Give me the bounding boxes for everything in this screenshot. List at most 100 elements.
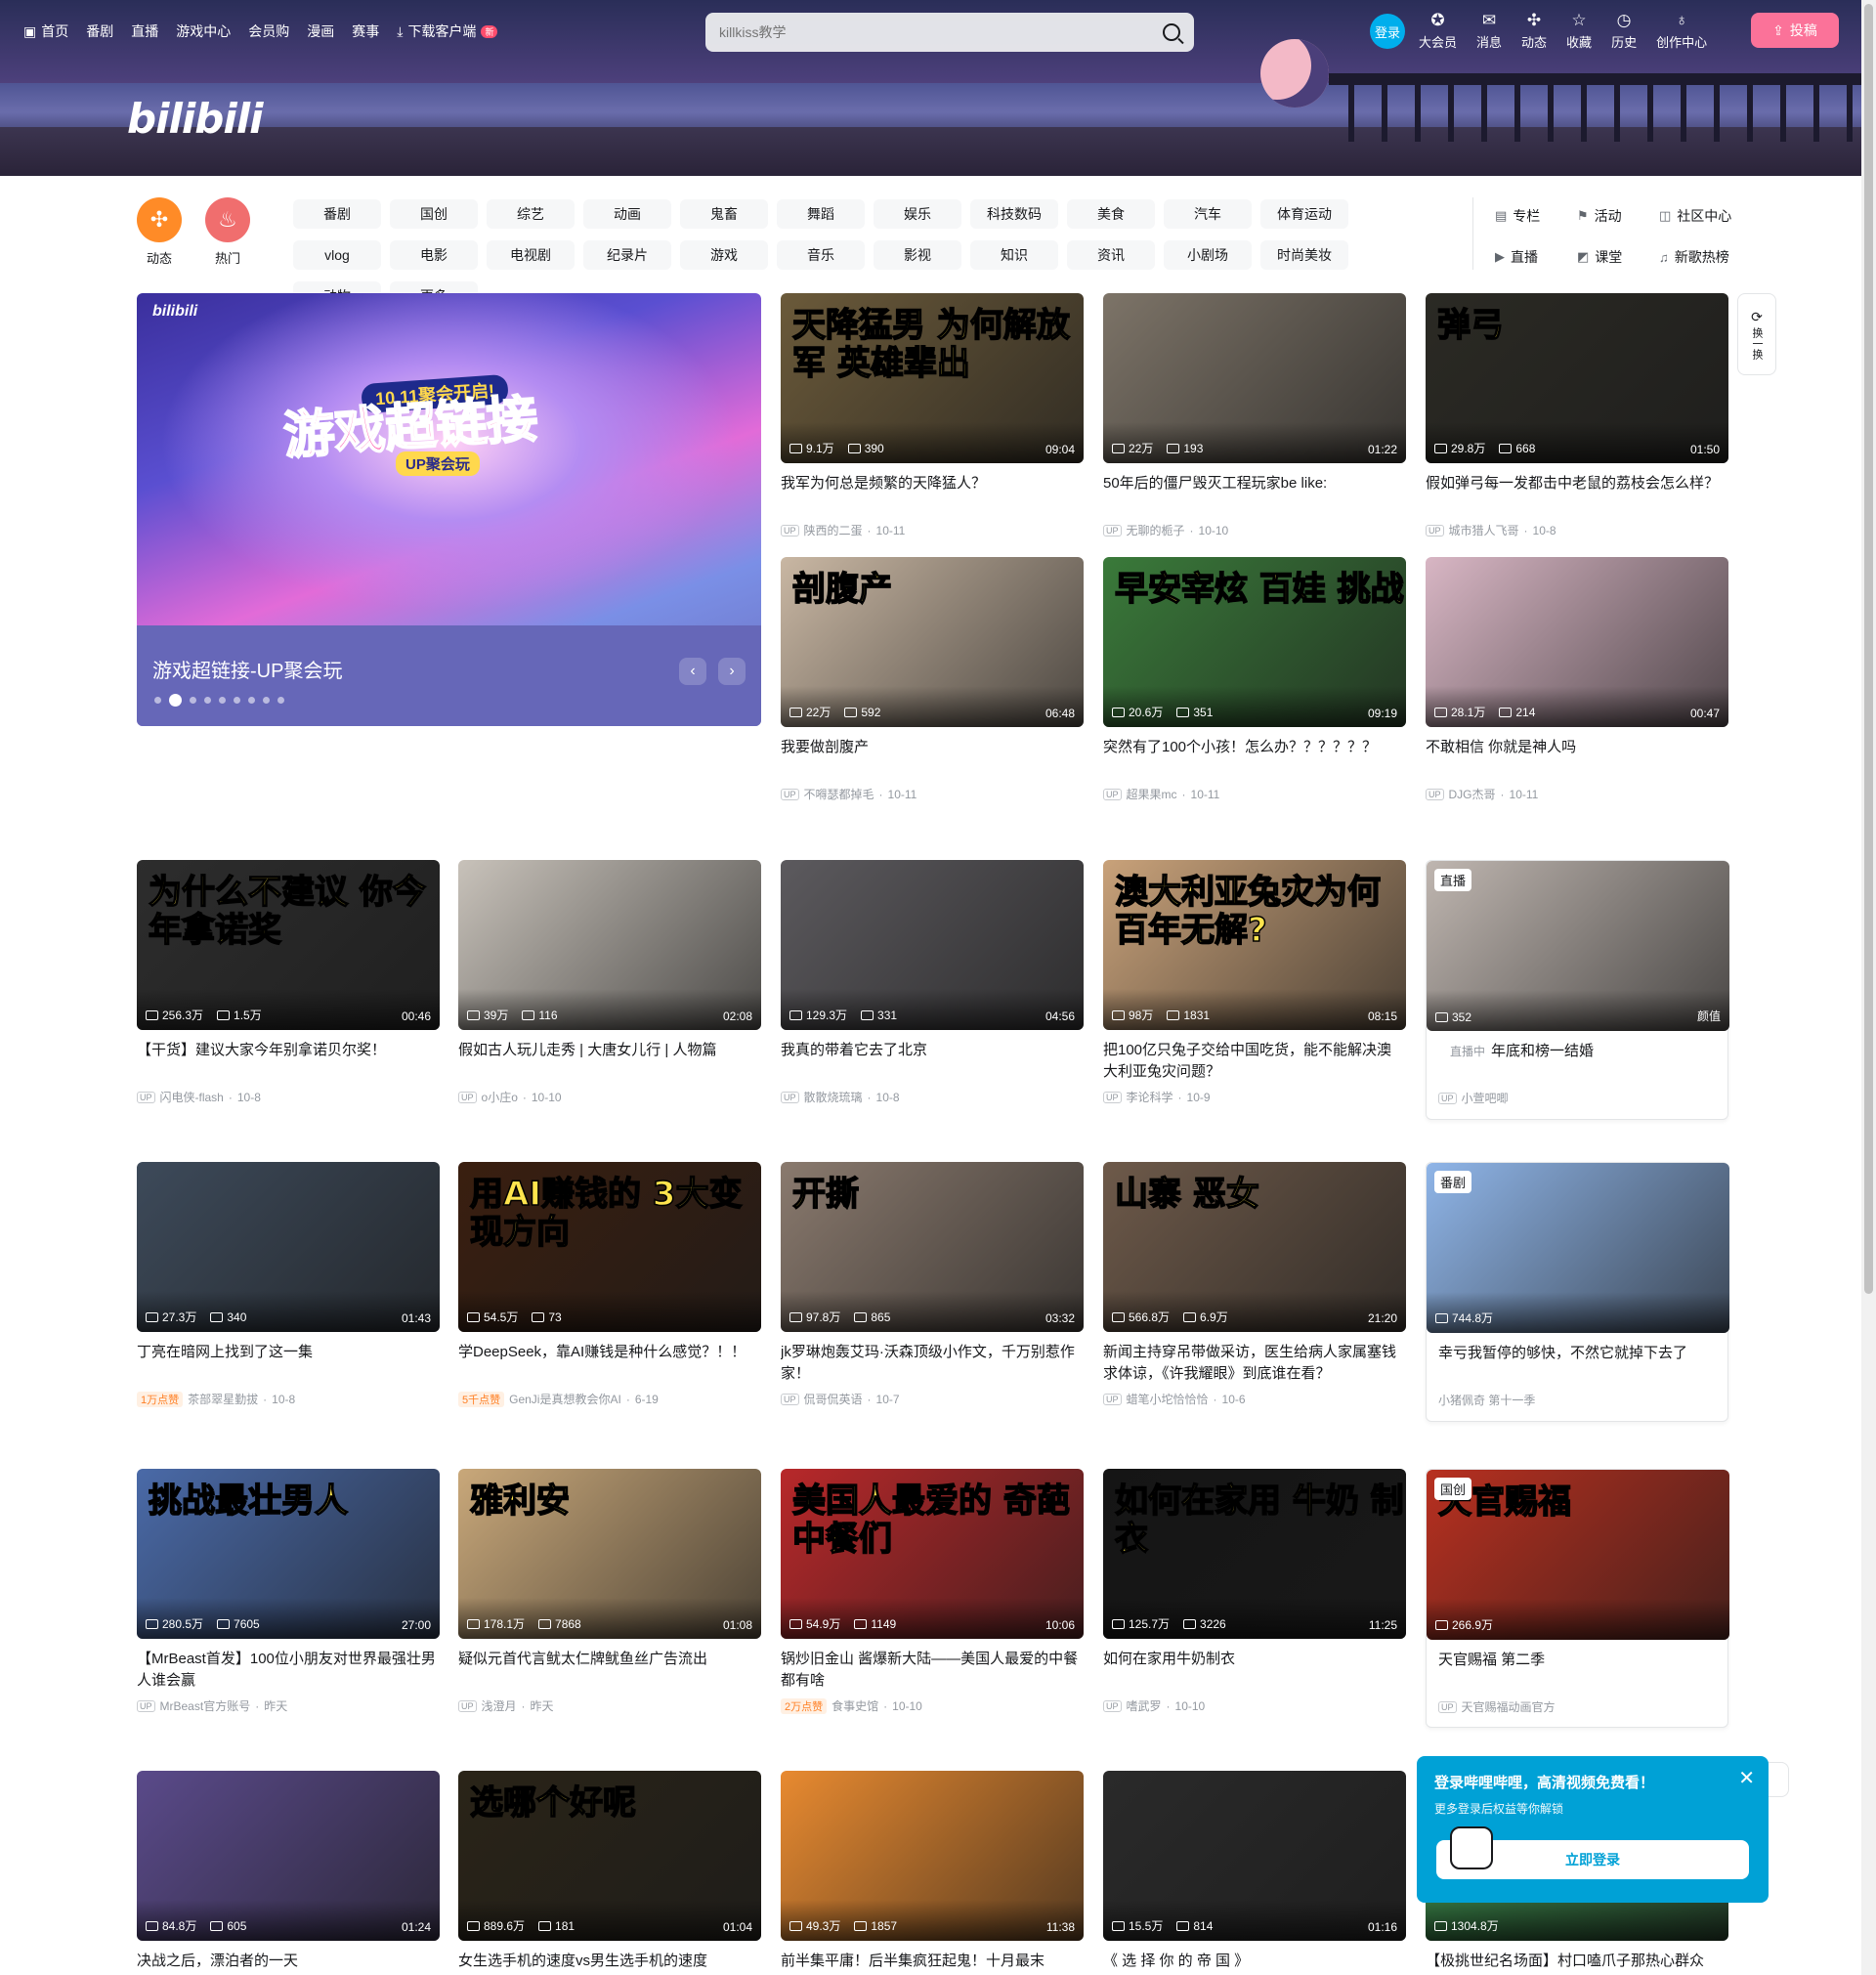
video-title[interactable]: 【极挑世纪名场面】村口嗑爪子那热心群众 (1426, 1951, 1728, 1975)
video-title[interactable]: 50年后的僵尸毁灭工程玩家be like: (1103, 473, 1406, 516)
video-card[interactable]: 15.5万 814 01:16 《 选 择 你 的 帝 国 》 (1103, 1771, 1406, 1975)
video-title[interactable]: 决战之后，漂泊者的一天 (137, 1951, 440, 1975)
dynamics-link[interactable]: ✣ 动态 (1521, 12, 1547, 51)
classroom-link[interactable]: ◩ 课堂 (1577, 242, 1655, 272)
video-thumbnail[interactable]: 选哪个好呢 889.6万 181 01:04 (458, 1771, 761, 1941)
nav-bangumi[interactable]: 番剧 (86, 21, 113, 41)
featured-carousel[interactable]: bilibili 10.11聚会开启! 游戏超链接 UP聚会玩 游戏超链接-UP… (137, 293, 761, 726)
uploader-name[interactable]: 不嘚瑟都掉毛 (804, 786, 874, 802)
carousel-dot[interactable] (154, 697, 161, 704)
favorites-link[interactable]: ☆ 收藏 (1566, 12, 1592, 51)
close-icon[interactable]: ✕ (1738, 1766, 1755, 1790)
search-input[interactable] (719, 24, 1163, 40)
uploader-name[interactable]: 小猪佩奇 第十一季 (1438, 1392, 1535, 1408)
video-title[interactable]: 把100亿只兔子交给中国吃货，能不能解决澳大利亚兔灾问题？ (1103, 1040, 1406, 1083)
video-card[interactable]: 如何在家用 牛奶 制衣 125.7万 3226 11:25 如何在家用牛奶制衣 UP 嗜武罗… (1103, 1469, 1406, 1714)
carousel-dot[interactable] (263, 697, 270, 704)
uploader-name[interactable]: 闪电侠-flash (160, 1089, 224, 1105)
video-card[interactable]: 49.3万 1857 11:38 前半集平庸！后半集疯狂起鬼！十月最末 (781, 1771, 1084, 1975)
channel-chip[interactable]: 美食 (1067, 199, 1155, 229)
uploader-name[interactable]: 城市猎人飞哥 (1449, 522, 1519, 538)
vip-link[interactable]: ✪ 大会员 (1419, 12, 1457, 51)
nav-mall[interactable]: 会员购 (248, 21, 289, 41)
video-title[interactable]: 如何在家用牛奶制衣 (1103, 1649, 1406, 1692)
creator-center-link[interactable]: ♁ 创作中心 (1656, 12, 1707, 51)
channel-chip[interactable]: 汽车 (1164, 199, 1252, 229)
video-card[interactable]: 22万 193 01:22 50年后的僵尸毁灭工程玩家be like: UP 无聊的栀子 ·… (1103, 293, 1406, 538)
uploader-name[interactable]: 侃哥侃英语 (804, 1391, 863, 1407)
video-thumbnail[interactable]: 28.1万 214 00:47 (1426, 557, 1728, 727)
video-card[interactable]: 直播 352 颜值 直播中 年底和榜一结婚 UP 小萱吧唧 (1426, 860, 1729, 1120)
refresh-button[interactable]: ⟳ 换一换 (1737, 293, 1776, 375)
uploader-name[interactable]: 超果果mc (1127, 786, 1177, 802)
uploader-name[interactable]: 天官赐福动画官方 (1462, 1698, 1556, 1715)
video-card[interactable]: 美国人最爱的 奇葩中餐们 54.9万 1149 10:06 锅炒旧金山 酱爆新大陆——美… (781, 1469, 1084, 1714)
uploader-name[interactable]: 蜡笔小坨恰恰恰 (1127, 1391, 1209, 1407)
video-card[interactable]: 为什么不建议 你今年拿诺奖 256.3万 1.5万 00:46 【干货】建议大家今年别拿… (137, 860, 440, 1105)
uploader-name[interactable]: 茶部翠星勤拔 (188, 1391, 258, 1407)
channel-chip[interactable]: 知识 (970, 240, 1058, 270)
video-card[interactable]: 弹弓 29.8万 668 01:50 假如弹弓每一发都击中老鼠的荔枝会怎么样？ UP 城市猎… (1426, 293, 1728, 538)
column-link[interactable]: ▤ 专栏 (1495, 201, 1573, 231)
uploader-name[interactable]: 无聊的栀子 (1127, 522, 1185, 538)
activity-link[interactable]: ⚑ 活动 (1577, 201, 1655, 231)
dynamic-channel[interactable]: ✣ 动态 (137, 197, 182, 267)
video-title[interactable]: 女生选手机的速度vs男生选手机的速度 (458, 1951, 761, 1975)
video-thumbnail[interactable]: 129.3万 331 04:56 (781, 860, 1084, 1030)
video-card[interactable]: 用AI赚钱的 3大变现方向 54.5万 73 学DeepSeek，靠AI赚钱是种什么感… (458, 1162, 761, 1407)
carousel-dot[interactable] (277, 697, 284, 704)
video-thumbnail[interactable]: 15.5万 814 01:16 (1103, 1771, 1406, 1941)
video-thumbnail[interactable]: 22万 193 01:22 (1103, 293, 1406, 463)
channel-chip[interactable]: 娱乐 (874, 199, 961, 229)
video-card[interactable]: 挑战最壮男人 280.5万 7605 27:00 【MrBeast首发】100位小朋友对… (137, 1469, 440, 1714)
channel-chip[interactable]: 小剧场 (1164, 240, 1252, 270)
carousel-dot[interactable] (219, 697, 226, 704)
channel-chip[interactable]: vlog (293, 240, 381, 270)
live-link[interactable]: ▶ 直播 (1495, 242, 1573, 272)
video-title[interactable]: 【MrBeast首发】100位小朋友对世界最强壮男人谁会赢 (137, 1649, 440, 1692)
video-thumbnail[interactable]: 开撕 97.8万 865 03:32 (781, 1162, 1084, 1332)
video-card[interactable]: 39万 116 02:08 假如古人玩儿走秀 | 大唐女儿行 | 人物篇 UP o小庄o ·… (458, 860, 761, 1105)
video-title[interactable]: 直播中 年底和榜一结婚 (1427, 1041, 1727, 1084)
music-chart-link[interactable]: ♫ 新歌热榜 (1659, 242, 1757, 272)
channel-chip[interactable]: 鬼畜 (680, 199, 768, 229)
video-thumbnail[interactable]: 直播 352 颜值 (1427, 861, 1729, 1031)
nav-game-center[interactable]: 游戏中心 (176, 21, 231, 41)
channel-chip[interactable]: 国创 (390, 199, 478, 229)
video-thumbnail[interactable]: 如何在家用 牛奶 制衣 125.7万 3226 11:25 (1103, 1469, 1406, 1639)
nav-home[interactable]: ▣ 首页 (23, 21, 68, 41)
video-card[interactable]: 澳大利亚兔灾为何 百年无解? 98万 1831 08:15 把100亿只兔子交给中国吃货… (1103, 860, 1406, 1105)
uploader-name[interactable]: 食事史馆 (831, 1697, 878, 1714)
messages-link[interactable]: ✉ 消息 (1476, 12, 1502, 51)
video-card[interactable]: 雅利安 178.1万 7868 01:08 疑似元首代言鱿太仁牌鱿鱼丝广告流出 UP 浅澄月… (458, 1469, 761, 1714)
uploader-name[interactable]: o小庄o (482, 1089, 518, 1105)
video-card[interactable]: 山寨 恶女 566.8万 6.9万 21:20 新闻主持穿吊带做采访，医生给病人家属塞钱… (1103, 1162, 1406, 1407)
video-thumbnail[interactable]: 早安宰炫 百娃 挑战 20.6万 351 09:19 (1103, 557, 1406, 727)
video-title[interactable]: 幸亏我暂停的够快，不然它就掉下去了 (1427, 1343, 1727, 1386)
channel-chip[interactable]: 音乐 (777, 240, 865, 270)
scrollbar[interactable] (1861, 0, 1876, 1975)
video-card[interactable]: 早安宰炫 百娃 挑战 20.6万 351 09:19 突然有了100个小孩！怎么办？？？… (1103, 557, 1406, 802)
video-thumbnail[interactable]: 弹弓 29.8万 668 01:50 (1426, 293, 1728, 463)
upload-button[interactable]: ⇪ 投稿 (1751, 13, 1839, 48)
video-card[interactable]: 84.8万 605 01:24 决战之后，漂泊者的一天 (137, 1771, 440, 1975)
video-title[interactable]: 学DeepSeek，靠AI赚钱是种什么感觉？！！ (458, 1342, 761, 1385)
carousel-dot[interactable] (169, 694, 182, 707)
video-card[interactable]: 27.3万 340 01:43 丁亮在暗网上找到了这一集 1万点赞 茶部翠星勤拔 · 10-8 (137, 1162, 440, 1407)
video-thumbnail[interactable]: 天官赐福 国创 266.9万 (1427, 1470, 1729, 1640)
uploader-name[interactable]: MrBeast官方账号 (160, 1697, 251, 1714)
carousel-caption[interactable]: 游戏超链接-UP聚会玩 (152, 655, 342, 683)
video-title[interactable]: 我要做剖腹产 (781, 737, 1084, 780)
video-thumbnail[interactable]: 澳大利亚兔灾为何 百年无解? 98万 1831 08:15 (1103, 860, 1406, 1030)
video-title[interactable]: 前半集平庸！后半集疯狂起鬼！十月最末 (781, 1951, 1084, 1975)
video-title[interactable]: 天官赐福 第二季 (1427, 1650, 1727, 1693)
carousel-dot[interactable] (204, 697, 211, 704)
nav-live[interactable]: 直播 (131, 21, 158, 41)
video-title[interactable]: 【干货】建议大家今年别拿诺贝尔奖！ (137, 1040, 440, 1083)
carousel-dot[interactable] (248, 697, 255, 704)
scrollbar-thumb[interactable] (1864, 4, 1873, 1294)
uploader-name[interactable]: 浅澄月 (482, 1697, 517, 1714)
nav-esports[interactable]: 赛事 (352, 21, 379, 41)
video-thumbnail[interactable]: 49.3万 1857 11:38 (781, 1771, 1084, 1941)
video-thumbnail[interactable]: 84.8万 605 01:24 (137, 1771, 440, 1941)
